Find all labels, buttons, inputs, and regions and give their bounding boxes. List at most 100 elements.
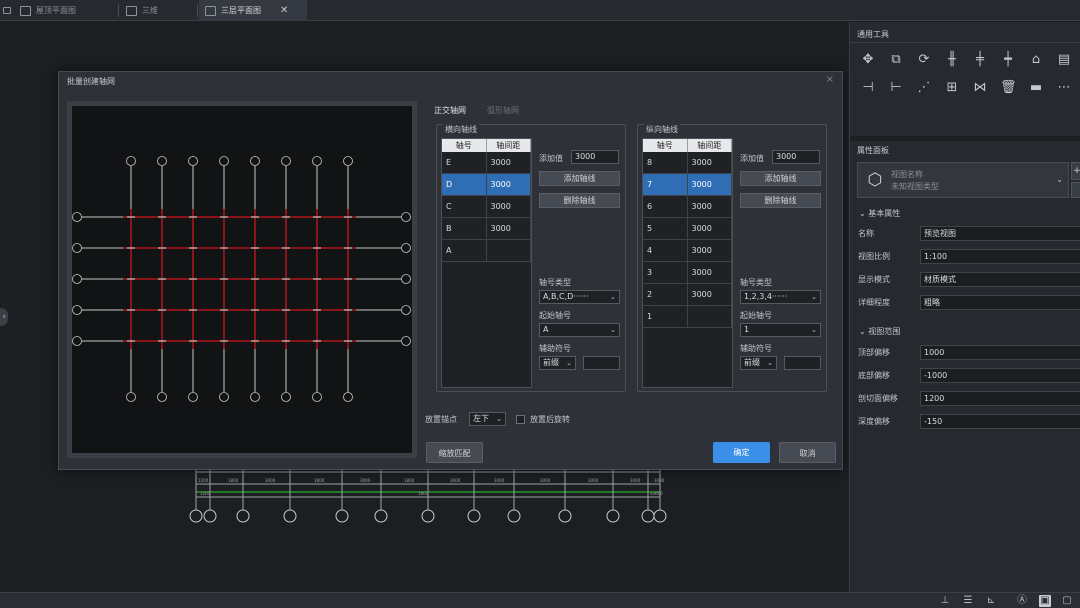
account-icon[interactable]: Ⓐ	[1016, 595, 1028, 607]
table-row[interactable]: 7 3000	[643, 174, 732, 196]
start-axis-select[interactable]: A ⌄	[539, 323, 620, 337]
table-row[interactable]: 5 3000	[643, 218, 732, 240]
start-axis-select[interactable]: 1 ⌄	[740, 323, 821, 337]
anchor-select[interactable]: 左下 ⌄	[469, 412, 506, 426]
axis-type-select[interactable]: A,B,C,D······ ⌄	[539, 290, 620, 304]
axis-spacing-cell[interactable]: 3000	[487, 196, 531, 217]
add-value-input[interactable]: 3000	[772, 150, 820, 164]
settings-icon[interactable]	[1071, 182, 1080, 198]
array-icon[interactable]: ⋰	[916, 80, 932, 96]
table-row[interactable]: B 3000	[442, 218, 531, 240]
property-value-field[interactable]: 1200	[920, 391, 1080, 406]
delete-axis-button[interactable]: 删除轴线	[740, 193, 821, 208]
offset-icon[interactable]: ⊣	[860, 80, 876, 96]
close-icon[interactable]: ✕	[280, 5, 288, 16]
match-icon[interactable]: ▤	[1056, 52, 1072, 68]
axis-spacing-cell[interactable]: 3000	[487, 174, 531, 195]
axis-spacing-cell[interactable]: 3000	[688, 218, 732, 239]
axis-spacing-cell[interactable]: 3000	[688, 152, 732, 173]
paint-icon[interactable]: ⌂	[1028, 52, 1044, 68]
table-row[interactable]: C 3000	[442, 196, 531, 218]
axis-spacing-cell[interactable]: 3000	[688, 284, 732, 305]
axis-spacing-cell[interactable]	[688, 306, 732, 327]
window-icon[interactable]: ▢	[1061, 595, 1073, 607]
axis-id-cell[interactable]: 8	[643, 152, 688, 173]
mirror-icon[interactable]: ⋈	[972, 80, 988, 96]
axis-id-cell[interactable]: E	[442, 152, 487, 173]
property-value-field[interactable]: 1000	[920, 345, 1080, 360]
axis-spacing-cell[interactable]: 3000	[688, 262, 732, 283]
table-row[interactable]: E 3000	[442, 152, 531, 174]
image-icon[interactable]: ▣	[1039, 595, 1051, 607]
vertical-axes-table[interactable]: 轴号 轴间距 8 3000 7 3000 6 3000 5 3000 4 3000 3 3000 2 30…	[642, 138, 733, 388]
table-row[interactable]: 8 3000	[643, 152, 732, 174]
close-icon[interactable]: ×	[826, 74, 834, 85]
horizontal-axes-table[interactable]: 轴号 轴间距 E 3000 D 3000 C 3000 B 3000 A	[441, 138, 532, 388]
axis-id-cell[interactable]: 6	[643, 196, 688, 217]
axis-id-cell[interactable]: 3	[643, 262, 688, 283]
table-row[interactable]: A	[442, 240, 531, 262]
add-value-input[interactable]: 3000	[571, 150, 619, 164]
add-axis-button[interactable]: 添加轴线	[539, 171, 620, 186]
property-value-field[interactable]: -150	[920, 414, 1080, 429]
delete-axis-button[interactable]: 删除轴线	[539, 193, 620, 208]
snap-icon[interactable]: ⊥	[939, 595, 951, 607]
axis-id-cell[interactable]: 1	[643, 306, 688, 327]
tab-3d[interactable]: 三维	[120, 0, 164, 21]
axis-spacing-cell[interactable]: 3000	[688, 174, 732, 195]
axis-spacing-cell[interactable]: 3000	[487, 218, 531, 239]
more-icon[interactable]: ⋯	[1056, 80, 1072, 96]
tab-roof-plan[interactable]: 屋顶平面图	[14, 0, 82, 21]
layer-icon[interactable]: ☰	[962, 595, 974, 607]
axis-id-cell[interactable]: 4	[643, 240, 688, 261]
extend-icon[interactable]: ⊢	[888, 80, 904, 96]
axis-spacing-cell[interactable]	[487, 240, 531, 261]
table-row[interactable]: 1	[643, 306, 732, 328]
property-value-field[interactable]: -1000	[920, 368, 1080, 383]
axis-id-cell[interactable]: C	[442, 196, 487, 217]
ok-button[interactable]: 确定	[713, 442, 770, 463]
axis-spacing-cell[interactable]: 3000	[688, 196, 732, 217]
axis-id-cell[interactable]: 7	[643, 174, 688, 195]
tab-radial-grid[interactable]: 弧形轴网	[487, 105, 519, 116]
property-value-field[interactable]: 材质模式	[920, 272, 1080, 287]
aux-symbol-input[interactable]	[784, 356, 821, 370]
axis-id-cell[interactable]: 5	[643, 218, 688, 239]
cancel-button[interactable]: 取消	[779, 442, 836, 463]
property-value-field[interactable]: 预览视图	[920, 226, 1080, 241]
axis-id-cell[interactable]: B	[442, 218, 487, 239]
align-icon[interactable]: ╫	[944, 52, 960, 68]
table-row[interactable]: 4 3000	[643, 240, 732, 262]
axis-id-cell[interactable]: D	[442, 174, 487, 195]
move-icon[interactable]: ✥	[860, 52, 876, 68]
axis-spacing-cell[interactable]: 3000	[688, 240, 732, 261]
table-row[interactable]: 2 3000	[643, 284, 732, 306]
group-icon[interactable]: ⊞	[944, 80, 960, 96]
add-axis-button[interactable]: 添加轴线	[740, 171, 821, 186]
split-icon[interactable]: ╪	[972, 52, 988, 68]
aux-symbol-select[interactable]: 前缀 ⌄	[740, 356, 777, 370]
rotate-icon[interactable]: ⟳	[916, 52, 932, 68]
add-icon[interactable]: +	[1071, 162, 1080, 180]
delete-icon[interactable]: 🗑	[1000, 80, 1017, 96]
basic-props-section[interactable]: ⌄ 基本属性	[859, 208, 900, 219]
aux-symbol-input[interactable]	[583, 356, 620, 370]
measure-icon[interactable]: ▬	[1028, 80, 1044, 96]
table-row[interactable]: 3 3000	[643, 262, 732, 284]
axis-spacing-cell[interactable]: 3000	[487, 152, 531, 173]
copy-icon[interactable]: ⧉	[888, 52, 904, 68]
axis-type-select[interactable]: 1,2,3,4······ ⌄	[740, 290, 821, 304]
aux-symbol-select[interactable]: 前缀 ⌄	[539, 356, 576, 370]
rotate-after-place-checkbox[interactable]	[516, 415, 525, 424]
table-row[interactable]: 6 3000	[643, 196, 732, 218]
tab-orthogonal-grid[interactable]: 正交轴网	[434, 105, 466, 116]
property-value-field[interactable]: 1:100	[920, 249, 1080, 264]
tab-3rd-floor-plan[interactable]: 三层平面图 ✕	[199, 0, 307, 21]
axis-id-cell[interactable]: A	[442, 240, 487, 261]
trim-icon[interactable]: ┿	[1000, 52, 1016, 68]
view-type-selector[interactable]: ⬡ 视图名称 未知视图类型 ⌄	[857, 162, 1069, 198]
property-value-field[interactable]: 粗略	[920, 295, 1080, 310]
axis-id-cell[interactable]: 2	[643, 284, 688, 305]
zoom-fit-button[interactable]: 缩放匹配	[426, 442, 483, 463]
dimension-icon[interactable]: ⊾	[985, 595, 997, 607]
